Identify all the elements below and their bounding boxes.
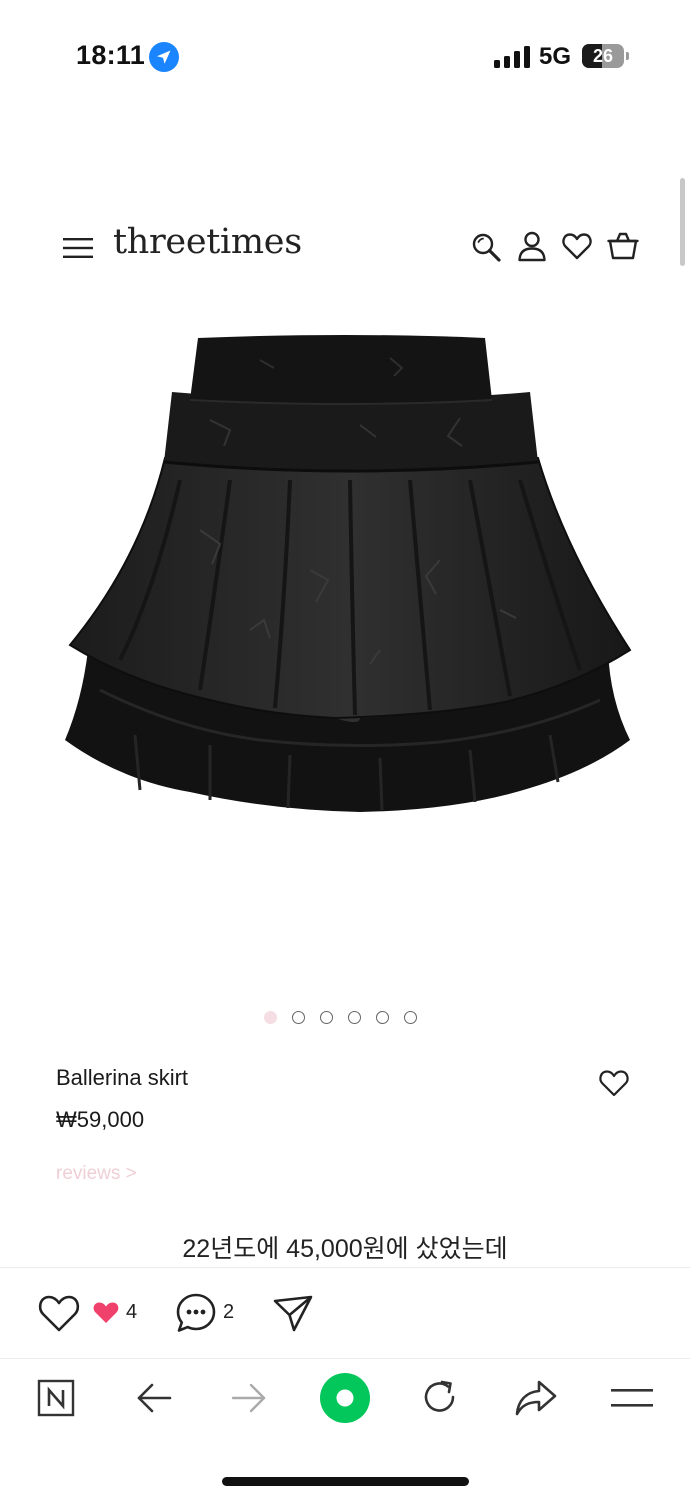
network-type: 5G: [539, 43, 572, 70]
home-indicator[interactable]: [222, 1477, 469, 1486]
page-scrollbar[interactable]: [680, 178, 685, 266]
post-caption: 22년도에 45,000원에 샀었는데: [182, 1235, 508, 1263]
pagination-dot-2[interactable]: [292, 1011, 305, 1024]
like-count: 4: [126, 1301, 138, 1323]
brand-logo[interactable]: threetimes: [113, 222, 302, 262]
product-name: Ballerina skirt: [56, 1065, 189, 1090]
signal-icon: [494, 46, 530, 68]
favorite-heart-icon[interactable]: [598, 1068, 630, 1098]
status-time: 18:11: [76, 40, 146, 70]
menu-icon[interactable]: [63, 237, 93, 259]
wishlist-icon[interactable]: [561, 231, 593, 261]
account-icon[interactable]: [516, 230, 548, 262]
pagination-dot-3[interactable]: [320, 1011, 333, 1024]
product-price: ₩59,000: [56, 1107, 145, 1132]
reviews-link[interactable]: reviews >: [56, 1163, 137, 1185]
like-icon[interactable]: [37, 1293, 81, 1333]
comment-icon[interactable]: [175, 1292, 217, 1334]
cart-icon[interactable]: [607, 230, 639, 262]
location-icon: [149, 42, 179, 72]
product-image[interactable]: [60, 330, 636, 830]
heart-badge-icon: [93, 1302, 119, 1323]
share-icon[interactable]: [272, 1293, 314, 1333]
battery-level: 26: [592, 46, 614, 66]
pagination-dot-6[interactable]: [404, 1011, 417, 1024]
search-icon[interactable]: [470, 231, 502, 263]
back-icon[interactable]: [134, 1380, 174, 1416]
home-green-icon[interactable]: [319, 1372, 371, 1424]
pagination-dot-5[interactable]: [376, 1011, 389, 1024]
battery-indicator: 26: [582, 44, 630, 68]
share-arrow-icon[interactable]: [514, 1378, 558, 1418]
refresh-icon[interactable]: [419, 1376, 461, 1418]
image-pagination[interactable]: [264, 1011, 417, 1027]
naver-tab-icon[interactable]: [37, 1379, 75, 1417]
forward-icon[interactable]: [229, 1380, 269, 1416]
browser-menu-icon[interactable]: [611, 1386, 653, 1410]
comment-count: 2: [223, 1301, 235, 1323]
pagination-dot-1[interactable]: [264, 1011, 277, 1024]
pagination-dot-4[interactable]: [348, 1011, 361, 1024]
